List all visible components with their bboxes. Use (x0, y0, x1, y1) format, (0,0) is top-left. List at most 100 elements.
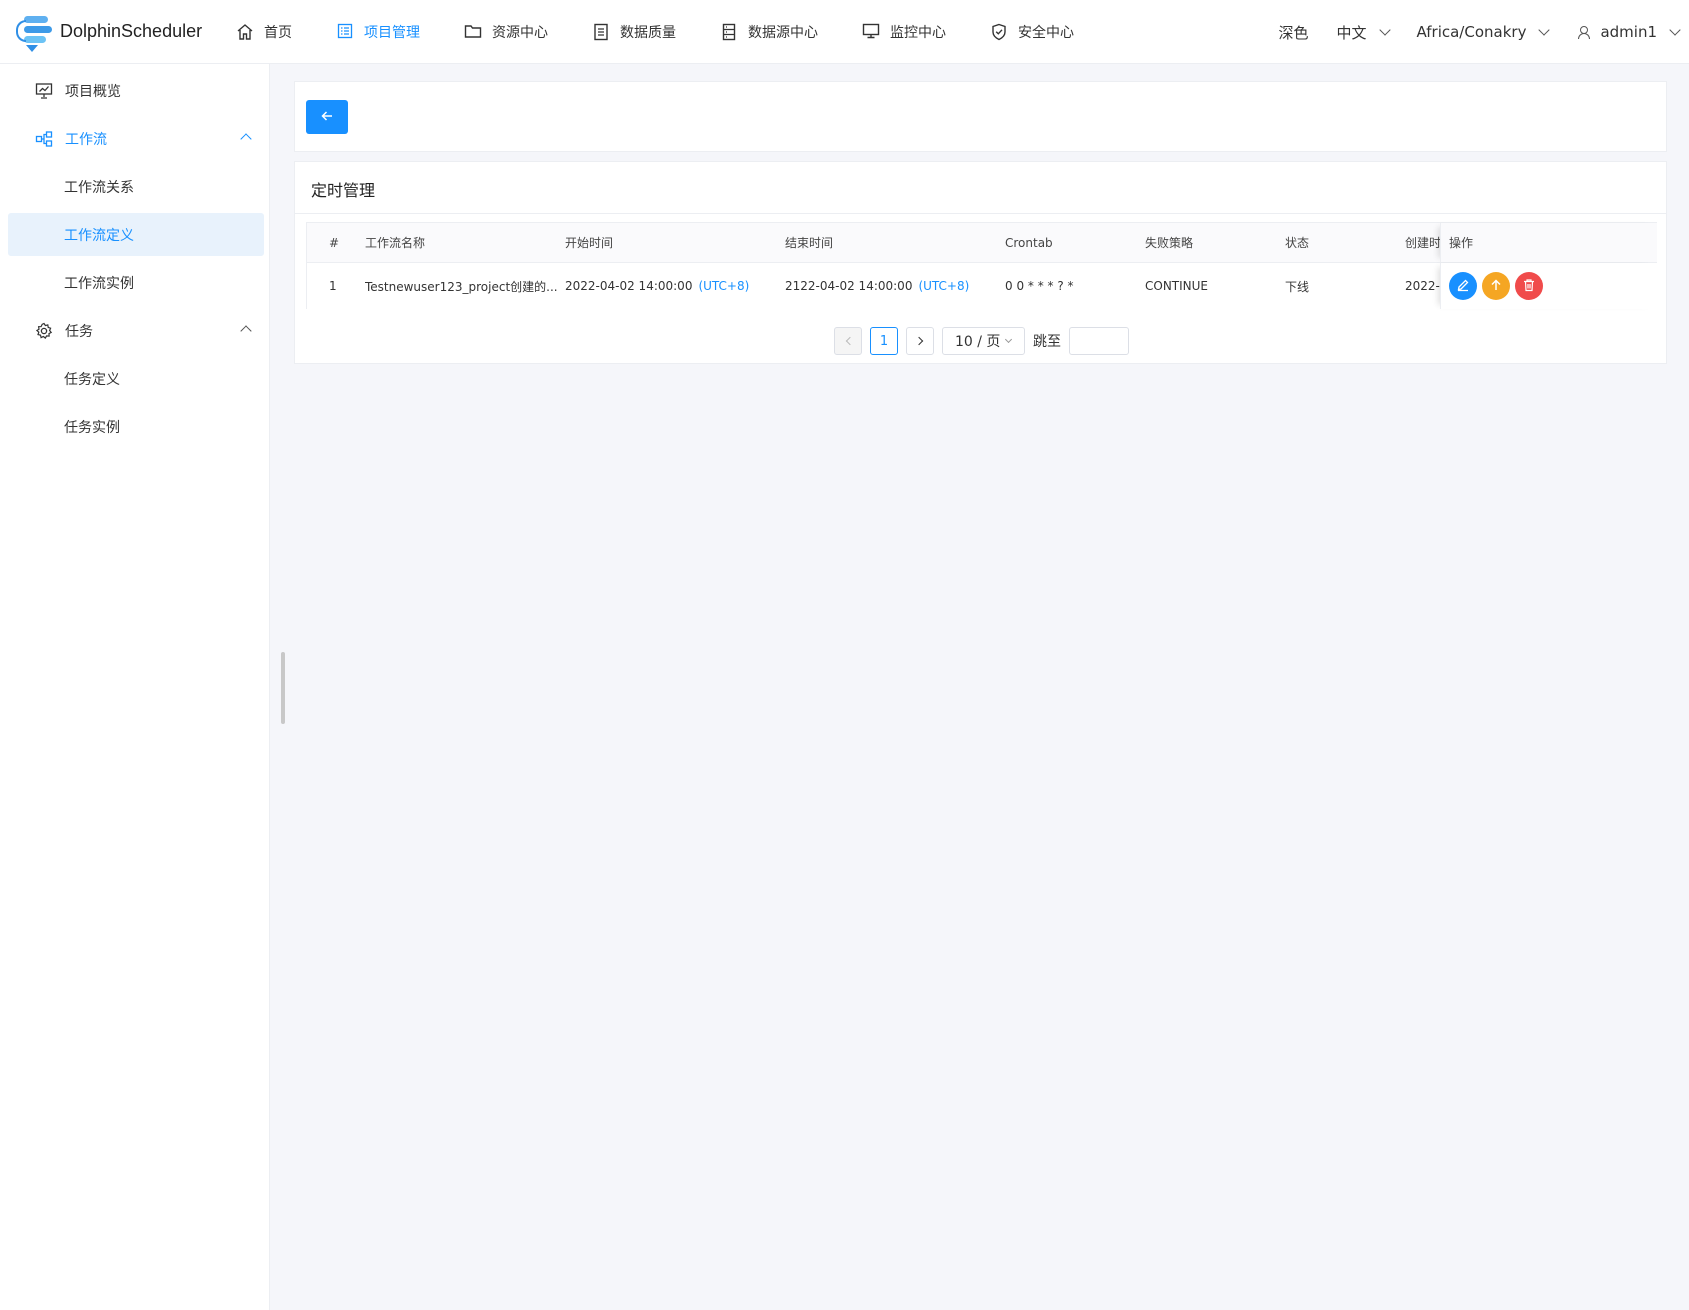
username: admin1 (1600, 23, 1657, 41)
table-row: 1 Testnewuser123_project创建的... 2022-04-0… (307, 263, 1657, 309)
start-timezone: (UTC+8) (698, 279, 750, 293)
page-size-select[interactable]: 10 / 页 (942, 327, 1025, 355)
user-dropdown[interactable]: admin1 (1576, 23, 1681, 41)
col-failure: 失败策略 (1145, 236, 1194, 250)
nav-label: 监控中心 (890, 24, 946, 41)
dolphin-logo-icon (12, 12, 56, 52)
col-end: 结束时间 (785, 236, 834, 250)
next-page-button[interactable] (906, 327, 934, 355)
end-time: 2122-04-02 14:00:00 (785, 279, 913, 293)
nav-home[interactable]: 首页 (214, 0, 314, 64)
nav-label: 首页 (264, 24, 292, 41)
timezone-label: Africa/Conakry (1416, 23, 1527, 41)
edit-button[interactable] (1449, 272, 1477, 300)
pagination: 1 10 / 页 跳至 (834, 327, 1129, 355)
sidebar-item-workflow-relation[interactable]: 工作流关系 (8, 165, 264, 208)
logo[interactable]: DolphinScheduler (0, 12, 210, 52)
chevron-left-icon (845, 336, 854, 346)
top-right-controls: 深色 中文 Africa/Conakry admin1 (1279, 0, 1689, 64)
chevron-up-icon (240, 133, 252, 145)
sidebar-item-label: 任务实例 (64, 419, 120, 436)
nav-label: 数据质量 (620, 24, 676, 41)
sidebar-item-label: 工作流实例 (64, 275, 134, 292)
chevron-down-icon (1378, 23, 1391, 36)
nav-monitor[interactable]: 监控中心 (840, 0, 968, 64)
col-name: 工作流名称 (365, 236, 426, 250)
page-number[interactable]: 1 (870, 327, 898, 355)
sidebar-item-project-overview[interactable]: 项目概览 (8, 69, 264, 112)
monitor-icon (862, 23, 880, 41)
sidebar-item-workflow-instance[interactable]: 工作流实例 (8, 261, 264, 304)
sidebar-item-task-instance[interactable]: 任务实例 (8, 405, 264, 448)
nav-data-quality[interactable]: 数据质量 (570, 0, 698, 64)
chevron-down-icon (1669, 23, 1681, 36)
toolbar-card (294, 81, 1667, 152)
cell-end: 2122-04-02 14:00:00 (UTC+8) (785, 263, 969, 309)
col-actions: 操作 (1449, 236, 1474, 250)
chevron-down-icon (1004, 335, 1013, 344)
table-header: # 工作流名称 开始时间 结束时间 Crontab 失败策略 状态 创建时间 操… (307, 223, 1657, 263)
page-title: 定时管理 (311, 181, 376, 200)
col-index: # (329, 235, 340, 250)
sidebar-item-workflow-definition[interactable]: 工作流定义 (8, 213, 264, 256)
timing-card: 定时管理 # 工作流名称 开始时间 结束时间 Crontab 失败策略 状态 创… (294, 161, 1667, 364)
language-dropdown[interactable]: 中文 (1336, 22, 1391, 43)
nav-label: 数据源中心 (748, 24, 818, 41)
online-button[interactable] (1482, 272, 1510, 300)
sidebar-resize-handle[interactable] (281, 652, 285, 724)
cell-start: 2022-04-02 14:00:00 (UTC+8) (565, 263, 749, 309)
project-icon (336, 23, 354, 41)
sidebar-item-label: 任务定义 (64, 371, 120, 388)
cell-crontab: 0 0 * * * ? * (1005, 279, 1074, 293)
nav-resource[interactable]: 资源中心 (442, 0, 570, 64)
cell-status: 下线 (1285, 279, 1310, 294)
start-time: 2022-04-02 14:00:00 (565, 279, 693, 293)
cell-name[interactable]: Testnewuser123_project创建的... (365, 263, 559, 309)
back-button[interactable] (306, 100, 348, 134)
nav-label: 安全中心 (1018, 24, 1074, 41)
nav-project[interactable]: 项目管理 (314, 0, 442, 64)
sidebar-item-label: 项目概览 (65, 83, 121, 100)
end-timezone: (UTC+8) (918, 279, 970, 293)
sidebar: 项目概览 工作流 工作流关系 工作流定义 工作流实例 任务 任务定义 任务实例 (0, 64, 270, 1310)
theme-toggle[interactable]: 深色 (1279, 22, 1309, 43)
document-icon (592, 23, 610, 41)
nav-label: 项目管理 (364, 24, 420, 41)
trash-icon (1522, 278, 1536, 295)
main-nav: 首页 项目管理 资源中心 数据质量 数据源中心 监控中心 安全中心 (210, 0, 1096, 64)
shield-icon (990, 23, 1008, 41)
language-label: 中文 (1336, 23, 1367, 42)
arrow-left-icon (320, 109, 334, 126)
nav-datasource[interactable]: 数据源中心 (698, 0, 840, 64)
nav-label: 资源中心 (492, 24, 548, 41)
gear-icon (35, 322, 53, 340)
workflow-icon (35, 130, 53, 148)
delete-button[interactable] (1515, 272, 1543, 300)
folder-icon (464, 23, 482, 41)
sidebar-item-workflow[interactable]: 工作流 (8, 117, 264, 160)
cell-failure: CONTINUE (1145, 279, 1209, 293)
col-actions-header: 操作 (1440, 223, 1657, 262)
timezone-dropdown[interactable]: Africa/Conakry (1416, 23, 1551, 41)
col-created: 创建时间 (1405, 236, 1441, 250)
app-name: DolphinScheduler (60, 21, 203, 41)
page-size-label: 10 / 页 (955, 334, 1001, 350)
cell-index: 1 (329, 279, 337, 293)
sidebar-item-task-definition[interactable]: 任务定义 (8, 357, 264, 400)
prev-page-button[interactable] (834, 327, 862, 355)
sidebar-item-task[interactable]: 任务 (8, 309, 264, 352)
col-crontab: Crontab (1005, 235, 1053, 250)
nav-security[interactable]: 安全中心 (968, 0, 1096, 64)
chevron-up-icon (240, 325, 252, 337)
theme-label: 深色 (1278, 23, 1309, 42)
col-status: 状态 (1285, 236, 1310, 250)
sidebar-item-label: 工作流定义 (64, 227, 134, 244)
sidebar-item-label: 工作流 (65, 131, 107, 148)
divider (295, 213, 1666, 214)
top-navbar: DolphinScheduler 首页 项目管理 资源中心 数据质量 数据源中心… (0, 0, 1689, 64)
arrow-up-icon (1489, 278, 1503, 295)
jump-label: 跳至 (1033, 334, 1061, 350)
jump-page-input[interactable] (1069, 327, 1129, 355)
presentation-icon (35, 82, 53, 100)
cell-created: 2022-04-02 10:11:58 (1405, 279, 1441, 293)
